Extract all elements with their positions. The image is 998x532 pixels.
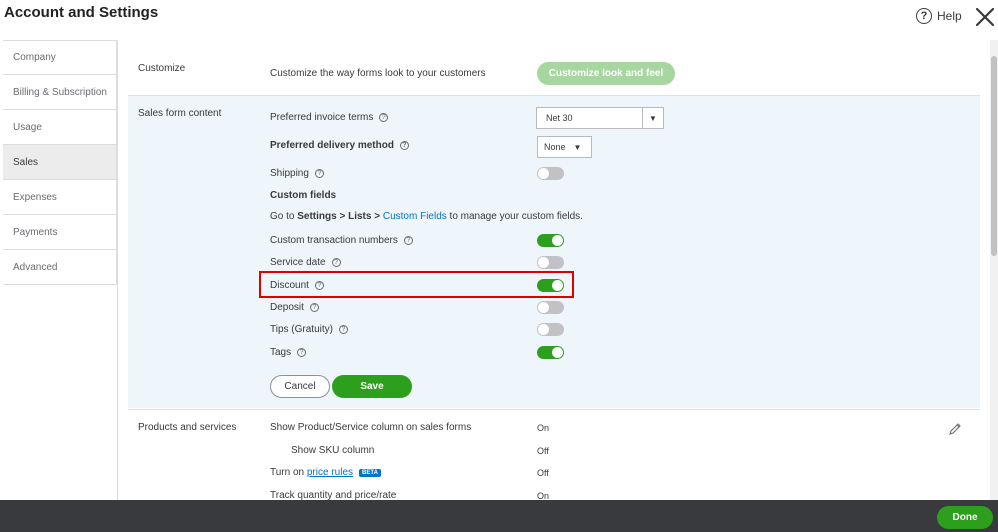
- edit-pencil-icon[interactable]: [948, 422, 962, 436]
- shipping-toggle[interactable]: [537, 167, 564, 180]
- shipping-label: Shipping: [270, 168, 309, 179]
- help-button[interactable]: ? Help: [916, 8, 962, 24]
- sidebar-item-expenses[interactable]: Expenses: [3, 180, 117, 215]
- customize-section-label: Customize: [138, 63, 186, 74]
- done-button[interactable]: Done: [937, 506, 993, 529]
- toggle-knob: [552, 235, 563, 246]
- product-service-column-label: Show Product/Service column on sales for…: [270, 422, 472, 433]
- preferred-invoice-terms-label: Preferred invoice terms: [270, 112, 374, 123]
- toggle-label: Tags: [270, 347, 292, 358]
- sidebar-item-payments[interactable]: Payments: [3, 215, 117, 250]
- delivery-method-select[interactable]: None ▼: [537, 136, 592, 158]
- help-icon[interactable]: ?: [403, 236, 413, 245]
- tags-row: Tags ?: [270, 347, 307, 358]
- customize-look-button[interactable]: Customize look and feel: [537, 62, 675, 85]
- sidebar-divider: [117, 40, 118, 500]
- help-icon[interactable]: ?: [314, 169, 324, 178]
- service-date-toggle[interactable]: [537, 256, 564, 269]
- deposit-toggle[interactable]: [537, 301, 564, 314]
- toggle-knob: [538, 168, 549, 179]
- toggle-knob: [538, 302, 549, 313]
- preferred-delivery-row: Preferred delivery method ?: [270, 140, 409, 151]
- hint-sep2: >: [371, 211, 383, 222]
- price-rules-link[interactable]: price rules: [307, 467, 353, 478]
- invoice-terms-value: Net 30: [546, 113, 573, 123]
- toggle-label: Service date: [270, 257, 326, 268]
- toggle-knob: [538, 257, 549, 268]
- sidebar-item-billing[interactable]: Billing & Subscription: [3, 75, 117, 110]
- toggle-knob: [552, 347, 563, 358]
- products-section-label: Products and services: [138, 422, 237, 433]
- sidebar-item-sales[interactable]: Sales: [3, 145, 117, 180]
- sidebar-item-company[interactable]: Company: [3, 40, 117, 75]
- toggle-label: Tips (Gratuity): [270, 324, 333, 335]
- price-rules-value: Off: [537, 468, 549, 478]
- tips-row: Tips (Gratuity) ?: [270, 324, 348, 335]
- toggle-knob: [538, 324, 549, 335]
- custom-fields-link[interactable]: Custom Fields: [383, 211, 447, 222]
- custom-transaction-numbers-toggle[interactable]: [537, 234, 564, 247]
- help-label: Help: [937, 9, 962, 23]
- preferred-invoice-terms-row: Preferred invoice terms ?: [270, 112, 389, 123]
- help-icon: ?: [916, 8, 932, 24]
- save-button[interactable]: Save: [332, 375, 412, 398]
- help-icon[interactable]: ?: [338, 325, 348, 334]
- help-icon[interactable]: ?: [399, 141, 409, 150]
- toggle-label: Custom transaction numbers: [270, 235, 398, 246]
- close-icon[interactable]: [974, 6, 996, 28]
- help-icon[interactable]: ?: [379, 113, 389, 122]
- beta-badge: BETA: [359, 468, 381, 477]
- footer-bar: [0, 500, 998, 532]
- scrollbar-thumb[interactable]: [991, 56, 997, 256]
- shipping-row: Shipping ?: [270, 168, 324, 179]
- hint-lists: Lists: [348, 211, 372, 222]
- cancel-button[interactable]: Cancel: [270, 375, 330, 398]
- sidebar-item-advanced[interactable]: Advanced: [3, 250, 117, 285]
- hint-suffix: to manage your custom fields.: [446, 211, 583, 222]
- dropdown-arrow-icon: ▼: [642, 108, 663, 128]
- deposit-row: Deposit ?: [270, 302, 319, 313]
- help-icon[interactable]: ?: [309, 303, 319, 312]
- tips-toggle[interactable]: [537, 323, 564, 336]
- tags-toggle[interactable]: [537, 346, 564, 359]
- hint-prefix: Go to: [270, 211, 298, 222]
- custom-fields-heading: Custom fields: [270, 190, 337, 201]
- price-rules-row: Turn on price rules BETA: [270, 467, 381, 478]
- sidebar-item-usage[interactable]: Usage: [3, 110, 117, 145]
- dropdown-arrow-icon: ▼: [573, 142, 582, 152]
- custom-fields-hint: Go to Settings > Lists > Custom Fields t…: [270, 211, 583, 222]
- help-icon[interactable]: ?: [297, 348, 307, 357]
- toggle-label: Deposit: [270, 302, 304, 313]
- preferred-delivery-label: Preferred delivery method: [270, 140, 394, 151]
- discount-highlight-box: [259, 271, 574, 298]
- product-service-column-value: On: [537, 423, 550, 433]
- sku-column-label: Show SKU column: [291, 445, 375, 456]
- price-rules-prefix: Turn on: [270, 467, 307, 478]
- sku-column-value: Off: [537, 446, 549, 456]
- service-date-row: Service date ?: [270, 257, 341, 268]
- help-icon[interactable]: ?: [331, 258, 341, 267]
- delivery-method-value: None: [544, 142, 566, 152]
- page-title: Account and Settings: [4, 4, 159, 21]
- section-divider: [128, 409, 980, 410]
- hint-sep1: >: [336, 211, 349, 222]
- custom-transaction-numbers-row: Custom transaction numbers ?: [270, 235, 413, 246]
- settings-sidebar: Company Billing & Subscription Usage Sal…: [3, 40, 117, 285]
- invoice-terms-select[interactable]: Net 30 ▼: [536, 107, 664, 129]
- hint-settings: Settings: [297, 211, 337, 222]
- customize-description: Customize the way forms look to your cus…: [270, 68, 486, 79]
- sales-form-section-label: Sales form content: [138, 108, 222, 119]
